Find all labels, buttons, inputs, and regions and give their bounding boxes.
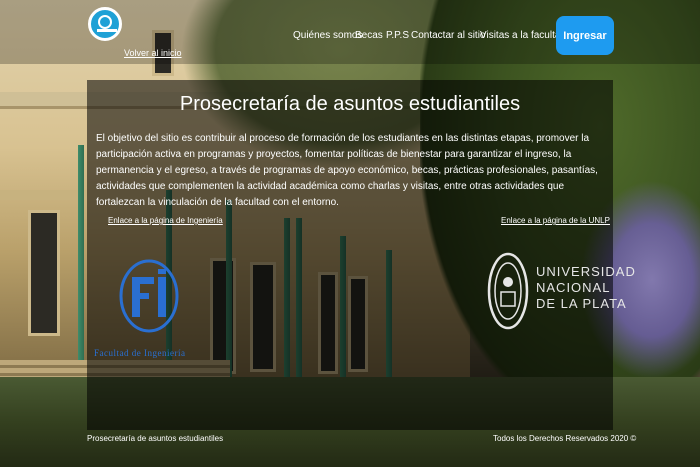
nav-becas[interactable]: Becas	[355, 30, 383, 41]
building-window	[28, 210, 60, 336]
faculty-logo-icon[interactable]	[88, 7, 122, 41]
nav-visitas[interactable]: Visitas a la facultad	[480, 30, 566, 41]
column	[78, 145, 84, 385]
unlp-logo-line: DE LA PLATA	[536, 296, 627, 311]
ingenieria-link[interactable]: Enlace a la página de Ingeniería	[108, 216, 223, 225]
site-description: El objetivo del sitio es contribuir al p…	[96, 133, 598, 208]
login-button[interactable]: Ingresar	[556, 16, 614, 55]
nav-contactar[interactable]: Contactar al sitio	[411, 30, 485, 41]
unlp-logo-line: NACIONAL	[536, 280, 611, 295]
page-title: Prosecretaría de asuntos estudiantiles	[179, 93, 521, 115]
back-to-home-link[interactable]: Volver al inicio	[124, 48, 182, 58]
faculty-of-engineering-logo-icon[interactable]	[118, 259, 180, 333]
nav-quienes-somos[interactable]: Quiénes somos	[293, 30, 362, 41]
nav-pps[interactable]: P.P.S	[386, 30, 409, 41]
unlp-link[interactable]: Enlace a la página de la UNLP	[501, 216, 610, 225]
unlp-logo-line: UNIVERSIDAD	[536, 264, 636, 279]
faculty-logo-caption: Facultad de Ingeniería	[94, 348, 186, 358]
footer-copyright: Todos los Derechos Reservados 2020 ©	[493, 434, 637, 443]
footer-site-name: Prosecretaría de asuntos estudiantiles	[87, 434, 224, 443]
unlp-logo-text[interactable]: UNIVERSIDAD NACIONAL DE LA PLATA	[536, 264, 636, 312]
unlp-seal-icon[interactable]	[487, 252, 529, 330]
